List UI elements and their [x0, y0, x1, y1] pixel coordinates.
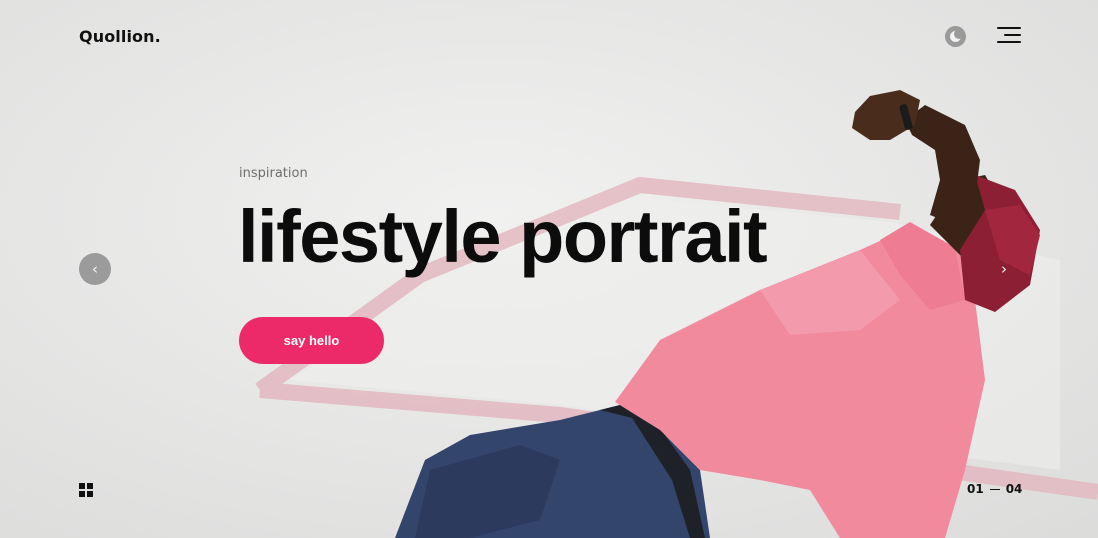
slide-current: 01 — [967, 482, 984, 496]
grid-cell — [79, 491, 85, 497]
hero-headline: lifestyle portrait — [238, 195, 768, 278]
moon-icon — [950, 29, 964, 42]
menu-line — [997, 41, 1021, 43]
counter-separator — [989, 489, 1000, 490]
hero-slide: Quollion. inspiration lifestyle portrait… — [0, 0, 1098, 538]
slide-total: 04 — [1005, 482, 1023, 496]
chevron-left-icon[interactable]: ‹ — [79, 253, 111, 285]
hamburger-menu-icon[interactable] — [995, 26, 1021, 46]
hero-kicker: inspiration — [239, 166, 308, 181]
theme-toggle-button[interactable] — [945, 26, 966, 47]
menu-line — [997, 27, 1021, 29]
grid-icon[interactable] — [79, 483, 94, 498]
grid-cell — [79, 483, 85, 489]
grid-cell — [87, 483, 93, 489]
slide-counter: 01 04 — [967, 482, 1022, 496]
menu-line — [1004, 34, 1021, 36]
grid-cell — [87, 491, 93, 497]
chevron-right-icon[interactable]: › — [991, 253, 1017, 285]
say-hello-button[interactable]: say hello — [239, 317, 384, 364]
brand-logo[interactable]: Quollion. — [79, 27, 161, 46]
